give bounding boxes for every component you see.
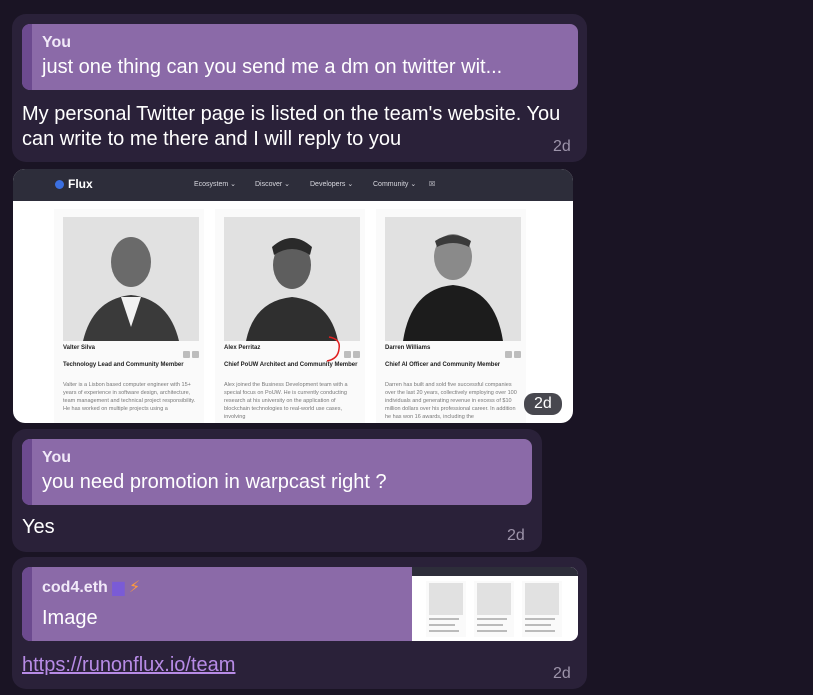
reply-quote-1[interactable]: You just one thing can you send me a dm … xyxy=(22,24,578,90)
reply-quote-text: Image xyxy=(42,607,98,629)
nav-link: Developers ⌄ xyxy=(310,181,354,188)
cake-emoji-icon: ▆ xyxy=(112,579,125,596)
lightning-icon: ⚡ xyxy=(129,579,141,596)
nav-link: Discover ⌄ xyxy=(255,181,291,188)
flux-logo: Flux xyxy=(55,177,93,191)
theme-toggle-icon: ☒ xyxy=(429,181,436,188)
flux-logo-icon xyxy=(55,180,64,189)
linkedin-icon xyxy=(514,351,521,358)
twitter-icon xyxy=(183,351,190,358)
nav-link: Community ⌄ xyxy=(373,181,417,188)
linkedin-icon xyxy=(192,351,199,358)
person-card: Alex Perritaz Chief PoUW Architect and C… xyxy=(215,209,365,423)
twitter-icon xyxy=(505,351,512,358)
person-card: Valter Silva Technology Lead and Communi… xyxy=(54,209,204,423)
reply-image-thumbnail[interactable] xyxy=(412,567,578,641)
linkedin-icon xyxy=(353,351,360,358)
image-time-badge: 2d xyxy=(524,393,562,415)
flux-navbar: Flux Ecosystem ⌄ Discover ⌄ Developers ⌄… xyxy=(13,169,573,201)
person-desc: Alex joined the Business Development tea… xyxy=(224,382,348,420)
person-photo xyxy=(385,217,521,341)
person-name: Valter Silva xyxy=(63,345,96,351)
person-card: Darren Williams Chief AI Officer and Com… xyxy=(376,209,526,423)
message-time: 2d xyxy=(507,527,525,544)
reply-author: You xyxy=(42,34,72,51)
message-time: 2d xyxy=(553,665,571,682)
team-page-link[interactable]: https://runonflux.io/team xyxy=(22,654,235,677)
reply-quote-text: just one thing can you send me a dm on t… xyxy=(42,56,503,78)
person-desc: Darren has built and sold five successfu… xyxy=(385,382,517,420)
message-text: can write to me there and I will reply t… xyxy=(22,128,402,150)
message-text: My personal Twitter page is listed on th… xyxy=(22,103,561,125)
image-attachment[interactable]: Flux Ecosystem ⌄ Discover ⌄ Developers ⌄… xyxy=(13,169,573,423)
message-text: Yes xyxy=(22,516,55,538)
nav-link: Ecosystem ⌄ xyxy=(194,181,237,188)
person-desc: Valter is a Lisbon based computer engine… xyxy=(63,382,196,412)
person-name: Alex Perritaz xyxy=(224,345,261,351)
person-role: Technology Lead and Community Member xyxy=(63,362,184,368)
reply-quote-3[interactable]: You you need promotion in warpcast right… xyxy=(22,439,532,505)
reply-author: cod4.eth ▆ ⚡ xyxy=(42,579,141,596)
reply-quote-text: you need promotion in warpcast right ? xyxy=(42,471,387,493)
person-photo xyxy=(63,217,199,341)
red-annotation-mark xyxy=(326,336,341,362)
message-time: 2d xyxy=(553,138,571,155)
person-name: Darren Williams xyxy=(385,345,431,351)
person-photo xyxy=(224,217,360,341)
person-role: Chief AI Officer and Community Member xyxy=(385,362,501,368)
reply-author: You xyxy=(42,449,72,466)
